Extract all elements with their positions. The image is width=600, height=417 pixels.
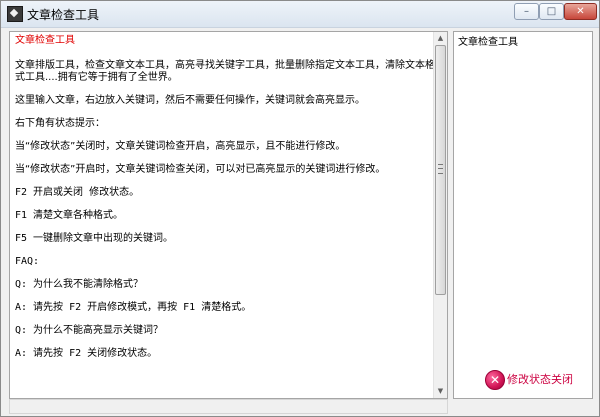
article-line: Q: 为什么我不能清除格式？ (15, 279, 144, 290)
scroll-down-arrow-icon[interactable]: ▼ (435, 386, 446, 397)
article-line: 文章排版工具，检查文章文本工具，高亮寻找关键字工具，批量删除指定文本工具，清除文… (15, 60, 435, 83)
article-text[interactable]: 文章检查工具 文章排版工具，检查文章文本工具，高亮寻找关键字工具，批量删除指定文… (15, 35, 435, 371)
app-window: 文章检查工具 – □ ✕ 文章检查工具 文章排版工具，检查文章文本工具，高亮寻找… (0, 0, 600, 417)
article-line: FAQ: (15, 256, 40, 267)
article-line: F1 清楚文章各种格式。 (15, 210, 124, 221)
article-line: A: 请先按 F2 关闭修改状态。 (15, 348, 158, 359)
keywords-panel[interactable]: 文章检查工具 (453, 31, 593, 399)
article-line: F5 一键删除文章中出现的关键词。 (15, 233, 174, 244)
article-line: A: 请先按 F2 开启修改模式，再按 F1 清楚格式。 (15, 302, 252, 313)
edit-status-indicator: ✕ 修改状态关闭 (485, 370, 590, 392)
article-line: Q: 为什么不能高亮显示关键词？ (15, 325, 164, 336)
keywords-text[interactable]: 文章检查工具 (458, 33, 518, 48)
article-line: 当“修改状态”开启时，文章关键词检查关闭，可以对已高亮显示的关键词进行修改。 (15, 164, 386, 175)
article-line: F2 开启或关闭 修改状态。 (15, 187, 140, 198)
maximize-button[interactable]: □ (539, 3, 564, 20)
close-button[interactable]: ✕ (564, 3, 597, 20)
article-editor[interactable]: 文章检查工具 文章排版工具，检查文章文本工具，高亮寻找关键字工具，批量删除指定文… (9, 31, 448, 399)
close-x-icon: ✕ (485, 370, 505, 390)
edit-status-label: 修改状态关闭 (507, 373, 573, 386)
scrollbar-grip-icon (438, 164, 443, 174)
minimize-button[interactable]: – (514, 3, 539, 20)
title-bar[interactable]: 文章检查工具 – □ ✕ (1, 1, 599, 28)
article-heading: 文章检查工具 (15, 35, 75, 46)
scrollbar-thumb[interactable] (435, 45, 446, 295)
close-x-glyph: ✕ (489, 373, 501, 387)
article-line: 这里输入文章，右边放入关键词，然后不需要任何操作，关键词就会高亮显示。 (15, 95, 365, 106)
editor-vertical-scrollbar[interactable]: ▲ ▼ (433, 32, 447, 398)
app-icon (7, 6, 23, 22)
article-line: 当“修改状态”关闭时，文章关键词检查开启，高亮显示，且不能进行修改。 (15, 141, 346, 152)
editor-horizontal-scrollbar[interactable] (9, 399, 448, 414)
window-title: 文章检查工具 (27, 8, 100, 22)
scroll-up-arrow-icon[interactable]: ▲ (435, 33, 446, 44)
article-line: 右下角有状态提示： (15, 118, 105, 129)
